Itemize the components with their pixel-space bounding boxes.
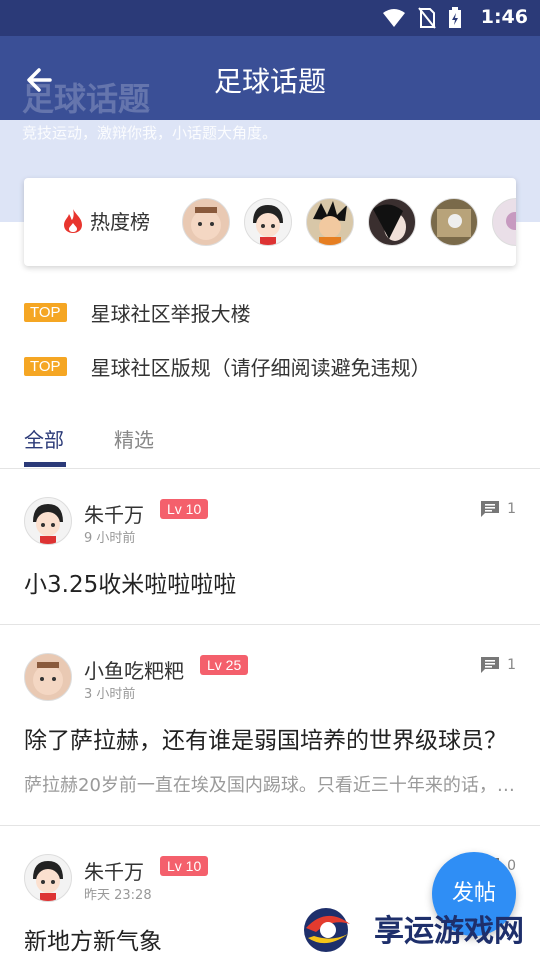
level-badge: Lv 25 (200, 655, 249, 675)
avatar[interactable] (182, 198, 230, 246)
hot-ranking-text: 热度榜 (90, 210, 150, 234)
hot-ranking-card[interactable]: 热度榜 (24, 178, 516, 266)
battery-charging-icon (449, 7, 461, 28)
status-bar: 1:46 (0, 0, 540, 36)
avatar[interactable] (306, 198, 354, 246)
pinned-post-title: 星球社区举报大楼 (90, 302, 251, 326)
post-title: 除了萨拉赫，还有谁是弱国培养的世界级球员？ (24, 728, 507, 754)
post-title: 小3.25收米啦啦啦啦 (24, 572, 237, 598)
topic-subtitle: 竞技运动，激辩你我，小话题大角度。 (22, 124, 278, 142)
avatar[interactable] (244, 198, 292, 246)
author-name[interactable]: 朱千万 (84, 856, 144, 885)
avatar[interactable] (368, 198, 416, 246)
avatar[interactable] (24, 497, 72, 545)
author-name[interactable]: 朱千万 (84, 499, 144, 528)
watermark-logo-icon (304, 908, 350, 952)
post-item[interactable]: 朱千万 Lv 10 9 小时前 1 小3.25收米啦啦啦啦 (0, 469, 540, 625)
author-name[interactable]: 小鱼吃粑粑 (84, 655, 184, 684)
wifi-icon (383, 9, 405, 27)
status-time: 1:46 (480, 6, 528, 28)
flame-icon (64, 208, 82, 233)
comment-icon (481, 501, 500, 517)
comment-count: 1 (479, 655, 516, 675)
avatar[interactable] (24, 653, 72, 701)
page-title: 足球话题 (213, 65, 326, 98)
tab-featured[interactable]: 精选 (114, 424, 154, 453)
comment-count: 1 (479, 499, 516, 519)
toolbar: 足球话题 足球话题 (0, 36, 540, 120)
comment-count-text: 1 (507, 501, 516, 517)
avatar[interactable] (24, 854, 72, 902)
pinned-post[interactable]: TOP 星球社区版规（请仔细阅读避免违规） (24, 352, 431, 381)
level-badge: Lv 10 (160, 856, 209, 876)
pinned-post[interactable]: TOP 星球社区举报大楼 (24, 298, 251, 327)
pinned-post-title: 星球社区版规（请仔细阅读避免违规） (90, 356, 431, 380)
top-badge: TOP (24, 303, 67, 322)
tab-bar: 全部 精选 (0, 410, 540, 469)
comment-icon (481, 657, 500, 673)
level-badge: Lv 10 (160, 499, 209, 519)
no-sim-icon (418, 7, 436, 29)
post-excerpt: 萨拉赫20岁前一直在埃及国内踢球。只看近三十年来的话，还有哪些 (24, 775, 516, 796)
tab-all[interactable]: 全部 (24, 424, 64, 453)
comment-count-text: 1 (507, 657, 516, 673)
top-badge: TOP (24, 357, 67, 376)
hot-avatar-list (182, 198, 516, 246)
avatar[interactable] (492, 198, 516, 246)
avatar[interactable] (430, 198, 478, 246)
hot-ranking-label: 热度榜 (62, 206, 150, 235)
watermark: 享运游戏网 (292, 896, 540, 960)
status-icons (382, 7, 462, 29)
post-time: 3 小时前 (84, 687, 136, 702)
tab-indicator (24, 462, 66, 467)
post-time: 昨天 23:28 (84, 888, 152, 903)
post-item[interactable]: 小鱼吃粑粑 Lv 25 3 小时前 1 除了萨拉赫，还有谁是弱国培养的世界级球员… (0, 625, 540, 826)
watermark-text: 享运游戏网 (374, 914, 524, 949)
post-time: 9 小时前 (84, 531, 136, 546)
